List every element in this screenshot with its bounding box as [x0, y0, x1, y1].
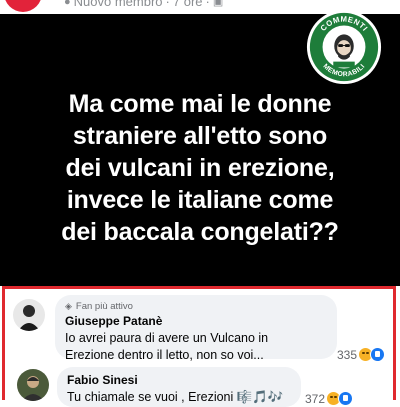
fan-badge-icon: ◈	[65, 301, 72, 311]
post-text: Ma come mai le donne straniere all'etto …	[61, 90, 339, 246]
badge-label: Fan più attivo	[75, 301, 133, 312]
group-icon: ▣	[212, 0, 224, 8]
logo-emblem-icon: COMMENTI MEMORABILI	[306, 9, 382, 85]
comments-section: ◈ Fan più attivo Giuseppe Patanè Io avre…	[2, 286, 396, 407]
comment-author[interactable]: Giuseppe Patanè	[65, 314, 327, 328]
comment-bubble: ◈ Fan più attivo Giuseppe Patanè Io avre…	[55, 295, 337, 362]
like-icon	[338, 391, 354, 406]
avatar[interactable]	[13, 299, 45, 331]
like-icon	[370, 347, 386, 362]
reaction-count: 335	[337, 347, 358, 362]
post-card: Ma come mai le donne straniere all'etto …	[0, 9, 400, 286]
author-meta: Nuovo membro	[73, 0, 163, 9]
group-avatar[interactable]	[4, 0, 42, 12]
comment-author[interactable]: Fabio Sinesi	[67, 373, 291, 387]
separator: ·	[165, 0, 170, 9]
avatar[interactable]	[17, 369, 49, 401]
member-icon: ●	[64, 0, 71, 8]
comment-text: Io avrei paura di avere un Vulcano in Er…	[65, 331, 269, 362]
separator: ·	[205, 0, 210, 9]
fan-badge: ◈ Fan più attivo	[65, 301, 327, 312]
comment-bubble: Fabio Sinesi Tu chiamale se vuoi , Erezi…	[57, 367, 301, 407]
reaction-count: 372	[305, 391, 326, 406]
reaction-summary[interactable]: 335	[337, 347, 386, 362]
comment-text: Tu chiamale se vuoi , Erezioni 🎼🎵🎶	[67, 390, 284, 404]
reaction-summary[interactable]: 372	[305, 391, 354, 406]
post-meta: ● Nuovo membro · 7 ore · ▣	[64, 0, 223, 9]
post-time[interactable]: 7 ore	[173, 0, 203, 9]
